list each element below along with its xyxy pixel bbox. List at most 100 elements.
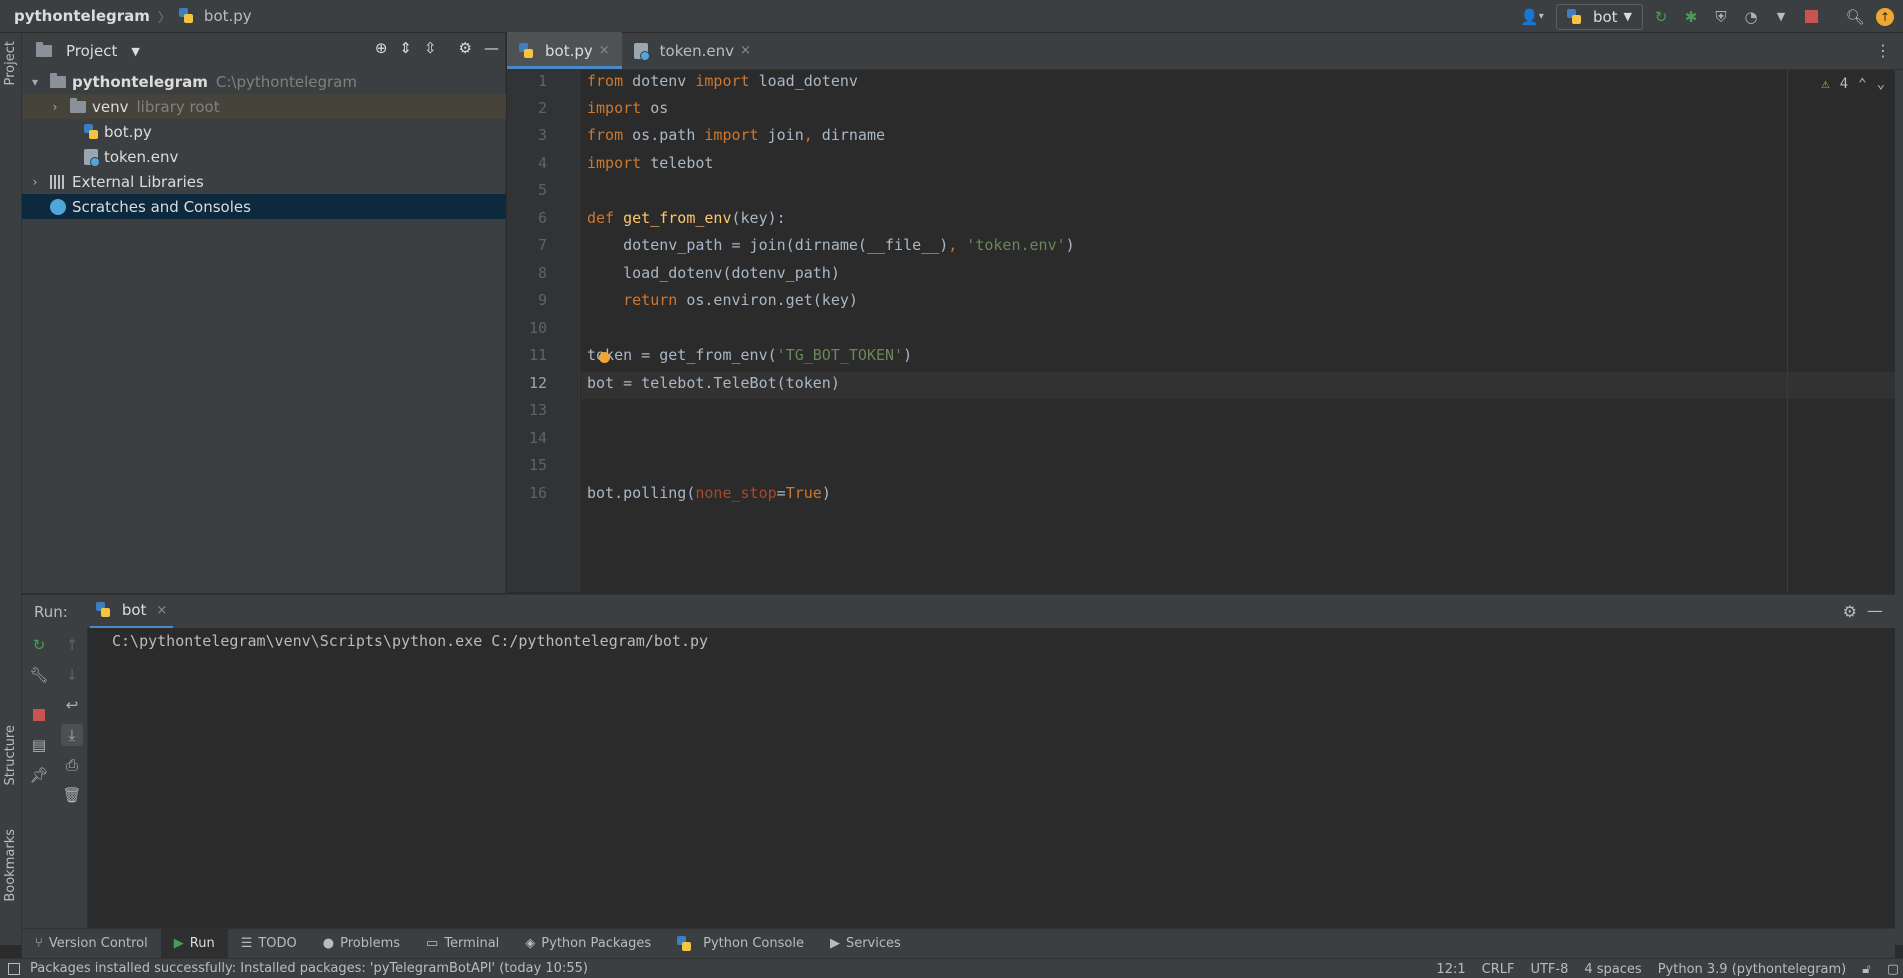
chevron-down-icon[interactable]: ▼ <box>131 45 139 58</box>
breadcrumb-project[interactable]: pythontelegram <box>14 7 150 25</box>
status-message[interactable]: Packages installed successfully: Install… <box>30 961 588 976</box>
layout-icon[interactable]: ▤ <box>28 734 50 756</box>
toggle-tool-windows-icon[interactable] <box>8 962 20 975</box>
rerun-icon[interactable]: ↻ <box>28 634 50 656</box>
code-line-6: def get_from_env(key): <box>587 209 786 227</box>
tool-tab-services[interactable]: ▶ Services <box>817 929 914 959</box>
tree-item-token-env[interactable]: token.env <box>22 144 506 169</box>
list-icon: ☰ <box>240 936 253 951</box>
tree-item-label: venv <box>92 97 129 116</box>
console-output[interactable]: C:\pythontelegram\venv\Scripts\python.ex… <box>112 632 708 650</box>
python-interpreter[interactable]: Python 3.9 (pythontelegram) <box>1658 962 1847 977</box>
intention-bulb-icon[interactable] <box>599 352 610 363</box>
chevron-down-icon[interactable]: ▾ <box>28 75 42 89</box>
arrow-up-icon[interactable]: ↑ <box>61 634 83 656</box>
debug-icon[interactable]: ✱ <box>1679 5 1703 29</box>
tool-tab-problems[interactable]: ● Problems <box>310 929 413 959</box>
line-number: 16 <box>528 484 547 502</box>
tree-item-label: token.env <box>104 147 179 166</box>
collapse-all-icon[interactable]: ⇳ <box>424 39 437 57</box>
line-number: 13 <box>528 401 547 419</box>
tree-item-label: pythontelegram <box>72 72 208 91</box>
caret-position[interactable]: 12:1 <box>1436 962 1465 977</box>
line-number: 9 <box>537 291 547 309</box>
project-panel-tools: ⊕ ⇕ ⇳ ⚙ — <box>375 39 499 57</box>
lock-icon[interactable]: 🔓︎ <box>1862 962 1870 977</box>
project-panel-title[interactable]: Project <box>66 42 117 60</box>
left-tool-stripe: Project Structure Bookmarks <box>0 33 22 945</box>
bookmarks-tool-tab-label: Bookmarks <box>3 829 18 902</box>
tool-tab-python-packages[interactable]: ◈ Python Packages <box>512 929 664 959</box>
python-file-icon <box>84 123 98 140</box>
bookmarks-tool-tab[interactable]: Bookmarks <box>3 829 18 902</box>
tool-tab-version-control[interactable]: ⑂ Version Control <box>22 929 161 959</box>
tool-tab-label: Python Packages <box>541 936 652 951</box>
search-icon[interactable]: 🔍︎ <box>1843 5 1867 29</box>
tree-item-bot-py[interactable]: bot.py <box>22 119 506 144</box>
profile-icon[interactable]: ◔ <box>1739 5 1763 29</box>
chevron-right-icon[interactable]: › <box>28 175 42 189</box>
tool-tab-python-console[interactable]: Python Console <box>664 929 817 959</box>
coverage-icon[interactable]: ⛨ <box>1709 5 1733 29</box>
hide-icon[interactable]: — <box>484 39 499 57</box>
more-icon[interactable]: ⋮ <box>1875 41 1891 60</box>
tool-tab-terminal[interactable]: ▭ Terminal <box>413 929 512 959</box>
inspection-widget[interactable]: ⚠ 4 ⌃ ⌄ <box>1821 76 1885 92</box>
indent-setting[interactable]: 4 spaces <box>1584 962 1641 977</box>
stop-icon[interactable] <box>1799 5 1823 29</box>
user-icon[interactable]: 👤 ▾ <box>1514 5 1550 29</box>
update-icon[interactable]: ↑ <box>1873 5 1897 29</box>
gear-icon[interactable]: ⚙ <box>1843 602 1857 621</box>
run-tab-bot[interactable]: bot × <box>89 595 174 629</box>
gear-icon[interactable]: ⚙ <box>459 39 472 57</box>
file-encoding[interactable]: UTF-8 <box>1530 962 1568 977</box>
breadcrumb-file[interactable]: bot.py <box>178 7 252 25</box>
trash-icon[interactable]: 🗑︎ <box>61 784 83 806</box>
tree-item-label: Scratches and Consoles <box>72 197 251 216</box>
python-file-icon <box>95 602 110 618</box>
run-configuration-selector[interactable]: bot ▼ <box>1555 3 1643 30</box>
stop-icon[interactable] <box>28 704 50 726</box>
tree-item-venv[interactable]: › venv library root <box>22 94 506 119</box>
wrench-icon[interactable]: 🔧︎ <box>28 664 50 686</box>
code-line-4: import telebot <box>587 154 714 172</box>
tool-tab-todo[interactable]: ☰ TODO <box>228 929 310 959</box>
run-panel-body: ↻ 🔧︎ ▤ 📌︎ ↑ ↓ ↩ ⤓ ⎙ 🗑︎ C:\pythontelegram… <box>22 628 1895 928</box>
editor-gutter[interactable]: 1 2 3 4 5 6 7 8 9 10 11 12 13 14 15 16 <box>507 70 580 592</box>
previous-highlight-icon[interactable]: ⌃ <box>1858 76 1866 92</box>
tree-item-project-root[interactable]: ▾ pythontelegram C:\pythontelegram <box>22 69 506 94</box>
warning-icon: ⚠ <box>1821 76 1830 92</box>
line-number: 3 <box>537 126 547 144</box>
arrow-down-icon[interactable]: ↓ <box>61 664 83 686</box>
notifications-icon[interactable]: ▢ <box>1887 962 1899 977</box>
close-icon[interactable]: × <box>740 43 751 58</box>
rerun-icon[interactable]: ↻ <box>1649 5 1673 29</box>
line-number: 12 <box>528 374 547 392</box>
close-icon[interactable]: × <box>599 43 610 58</box>
tab-bot-py[interactable]: bot.py × <box>507 32 622 69</box>
project-tool-tab[interactable]: Project <box>3 41 18 85</box>
line-separator[interactable]: CRLF <box>1482 962 1515 977</box>
pin-icon[interactable]: 📌︎ <box>28 764 50 786</box>
tool-tab-run[interactable]: ▶ Run <box>160 928 228 959</box>
scroll-to-end-icon[interactable]: ⤓ <box>61 724 83 746</box>
code-line-11: token = get_from_env('TG_BOT_TOKEN') <box>587 346 913 364</box>
close-icon[interactable]: × <box>156 603 167 618</box>
python-file-icon <box>178 8 193 24</box>
chevron-right-icon[interactable]: › <box>48 100 62 114</box>
run-panel-label: Run: <box>34 602 68 621</box>
code-editor[interactable]: 1 2 3 4 5 6 7 8 9 10 11 12 13 14 15 16 f… <box>507 70 1895 592</box>
tree-item-external-libraries[interactable]: › External Libraries <box>22 169 506 194</box>
more-run-options-icon[interactable]: ▼ <box>1769 5 1793 29</box>
tab-token-env[interactable]: token.env × <box>622 32 763 69</box>
locate-icon[interactable]: ⊕ <box>375 39 388 57</box>
structure-tool-tab[interactable]: Structure <box>3 725 18 785</box>
expand-all-icon[interactable]: ⇕ <box>399 39 412 57</box>
next-highlight-icon[interactable]: ⌄ <box>1877 76 1885 92</box>
print-icon[interactable]: ⎙ <box>61 754 83 776</box>
hide-icon[interactable]: — <box>1867 601 1883 620</box>
tree-item-scratches[interactable]: Scratches and Consoles <box>22 194 506 219</box>
line-number: 2 <box>537 99 547 117</box>
tool-tab-label: Problems <box>340 936 401 951</box>
soft-wrap-icon[interactable]: ↩ <box>61 694 83 716</box>
